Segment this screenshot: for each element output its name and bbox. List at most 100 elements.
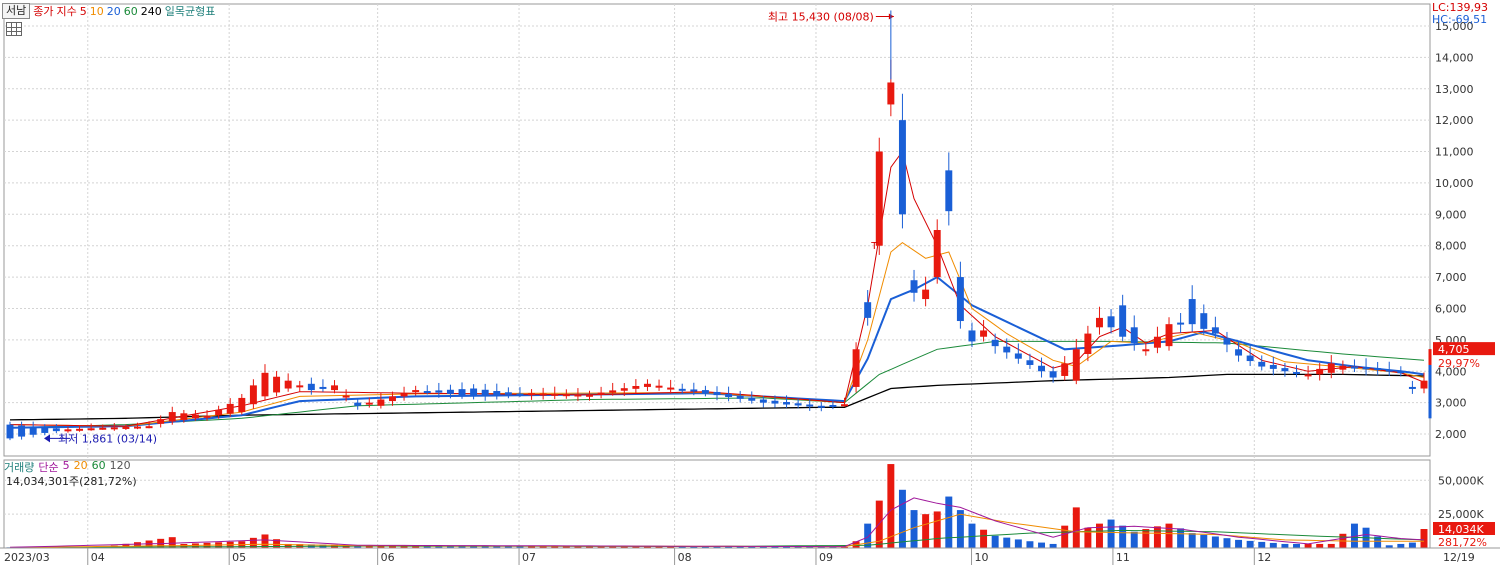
candle[interactable] <box>528 389 536 400</box>
candle[interactable] <box>1165 317 1173 351</box>
candle[interactable] <box>1200 304 1208 336</box>
candle[interactable] <box>539 387 547 400</box>
candle[interactable] <box>261 364 269 401</box>
volume-bar[interactable] <box>1408 542 1416 548</box>
candle[interactable] <box>319 379 327 392</box>
stock-chart[interactable]: 2,0003,0004,0005,0006,0007,0008,0009,000… <box>0 0 1500 565</box>
candle[interactable] <box>1339 360 1347 375</box>
candle[interactable] <box>1177 313 1185 333</box>
candle[interactable] <box>516 387 524 397</box>
candle[interactable] <box>481 383 489 401</box>
candle[interactable] <box>29 421 37 438</box>
candle[interactable] <box>817 402 825 412</box>
candle[interactable] <box>1119 294 1127 342</box>
volume-bar[interactable] <box>991 535 999 548</box>
volume-bar[interactable] <box>1246 540 1254 548</box>
volume-bar[interactable] <box>1061 525 1069 548</box>
volume-bar[interactable] <box>864 523 872 548</box>
grid-table-icon[interactable] <box>6 22 22 36</box>
volume-bar[interactable] <box>1223 538 1231 548</box>
volume-bar[interactable] <box>1235 539 1243 548</box>
candle[interactable] <box>643 379 651 391</box>
candle[interactable] <box>1188 285 1196 332</box>
volume-bar[interactable] <box>1281 543 1289 548</box>
candle[interactable] <box>1014 343 1022 364</box>
volume-bar[interactable] <box>1142 529 1150 548</box>
candle[interactable] <box>875 137 883 255</box>
candle[interactable] <box>968 322 976 348</box>
candle[interactable] <box>41 424 49 436</box>
candle[interactable] <box>701 385 709 397</box>
candle[interactable] <box>1408 380 1416 394</box>
candle[interactable] <box>725 386 733 402</box>
candle[interactable] <box>1258 355 1266 371</box>
candle[interactable] <box>1293 365 1300 378</box>
candle[interactable] <box>667 379 675 394</box>
volume-bar[interactable] <box>1304 543 1312 548</box>
candle[interactable] <box>273 371 281 397</box>
candle[interactable] <box>980 320 988 342</box>
volume-bar[interactable] <box>1153 526 1161 548</box>
candle[interactable] <box>1304 365 1312 380</box>
candle[interactable] <box>249 379 257 409</box>
volume-bar[interactable] <box>1420 529 1428 548</box>
candle[interactable] <box>331 380 339 394</box>
candle[interactable] <box>1385 361 1393 376</box>
candle[interactable] <box>945 152 953 226</box>
volume-bar[interactable] <box>1119 525 1127 548</box>
candle[interactable] <box>238 393 246 415</box>
volume-bar[interactable] <box>1038 542 1046 548</box>
candle[interactable] <box>470 384 478 400</box>
candle[interactable] <box>736 390 744 403</box>
candle[interactable] <box>991 333 999 354</box>
volume-bar[interactable] <box>956 510 964 548</box>
legend-item[interactable]: 일목균형표 <box>165 5 216 18</box>
candle[interactable] <box>910 269 918 302</box>
volume-bar[interactable] <box>1258 541 1266 548</box>
candle[interactable] <box>296 380 304 392</box>
volume-bar[interactable] <box>1014 539 1022 548</box>
candle[interactable] <box>1026 353 1034 369</box>
volume-bar[interactable] <box>1316 543 1324 548</box>
candle[interactable] <box>898 93 906 229</box>
volume-bar[interactable] <box>1200 534 1208 548</box>
volume-bar[interactable] <box>1003 537 1011 548</box>
candle[interactable] <box>1153 326 1161 354</box>
legend-item[interactable]: 종가 <box>33 5 53 18</box>
candle[interactable] <box>354 398 362 410</box>
candle[interactable] <box>493 383 501 400</box>
volume-bar[interactable] <box>1327 543 1335 548</box>
volume-bar[interactable] <box>261 534 269 548</box>
candle[interactable] <box>1072 338 1080 385</box>
candle[interactable] <box>1223 331 1231 353</box>
legend-item[interactable]: 240 <box>141 5 162 18</box>
candle[interactable] <box>1061 356 1069 381</box>
candle[interactable] <box>933 219 941 284</box>
volume-bar[interactable] <box>1293 543 1300 548</box>
volume-bar[interactable] <box>1072 507 1080 548</box>
volume-bar[interactable] <box>1130 531 1138 548</box>
volume-bar[interactable] <box>933 511 941 548</box>
volume-bar[interactable] <box>1084 527 1092 548</box>
legend-item[interactable]: 60 <box>124 5 138 18</box>
volume-bar[interactable] <box>898 489 906 548</box>
candle[interactable] <box>1095 306 1103 335</box>
candle[interactable] <box>400 386 408 401</box>
volume-bar[interactable] <box>168 537 176 548</box>
legend-item[interactable]: 10 <box>90 5 104 18</box>
volume-bar[interactable] <box>968 523 976 548</box>
candle[interactable] <box>655 379 663 391</box>
volume-bar[interactable] <box>1165 523 1173 548</box>
stock-name-button[interactable]: 서남 <box>2 3 31 19</box>
candle[interactable] <box>504 387 512 399</box>
candle[interactable] <box>852 342 860 393</box>
volume-bar[interactable] <box>1107 519 1115 548</box>
volume-bar[interactable] <box>1269 542 1277 548</box>
volume-bar[interactable] <box>1188 533 1196 548</box>
volume-bar[interactable] <box>980 529 988 548</box>
candle[interactable] <box>388 391 396 406</box>
candle[interactable] <box>956 261 964 329</box>
volume-bar[interactable] <box>922 514 930 548</box>
candle[interactable] <box>632 379 640 394</box>
legend-item[interactable]: 5 <box>80 5 87 18</box>
